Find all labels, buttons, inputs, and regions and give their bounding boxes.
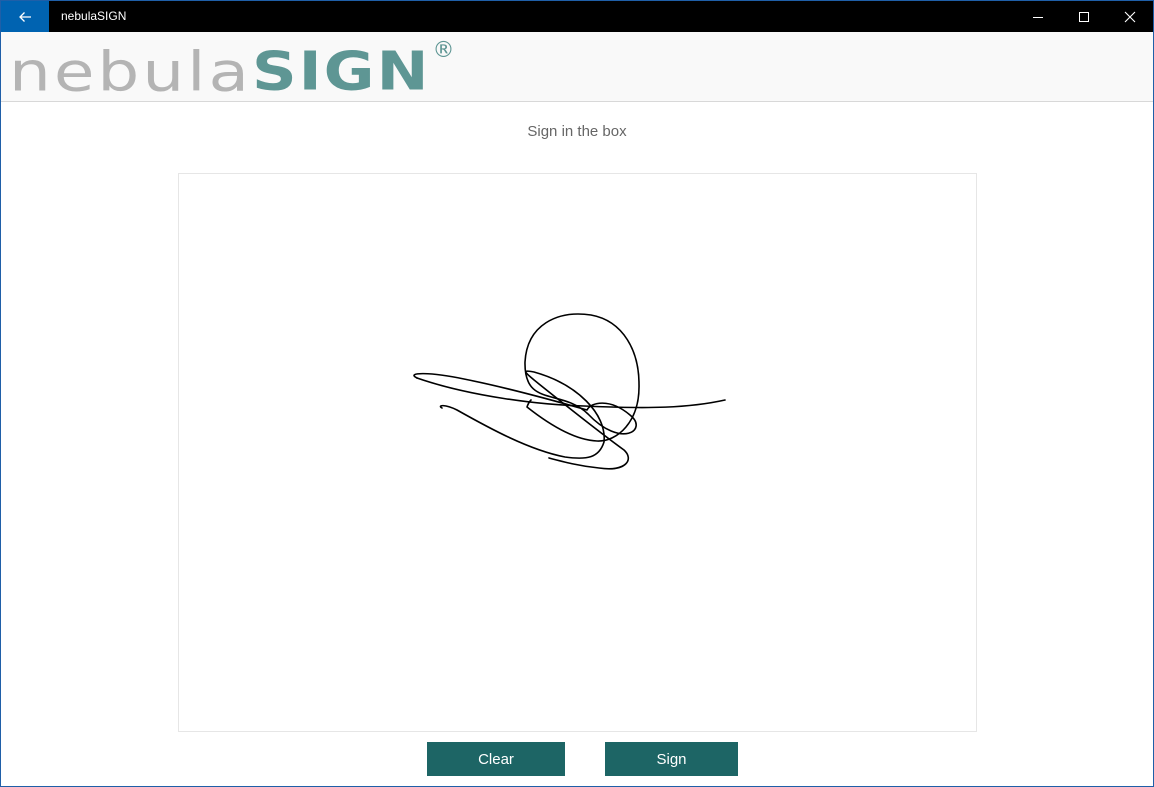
minimize-button[interactable] xyxy=(1015,1,1061,32)
close-icon xyxy=(1124,11,1136,22)
title-bar: nebulaSIGN xyxy=(1,1,1153,32)
clear-button[interactable]: Clear xyxy=(427,742,565,776)
logo-text-light: nebula xyxy=(9,40,252,104)
registered-mark: ® xyxy=(432,38,455,63)
maximize-button[interactable] xyxy=(1061,1,1107,32)
app-header: nebula SIGN ® xyxy=(1,32,1153,102)
arrow-left-icon xyxy=(19,11,31,22)
close-button[interactable] xyxy=(1107,1,1153,32)
app-window: nebulaSIGN nebula SIGN ® Sign in the box xyxy=(0,0,1154,787)
logo-text-bold: SIGN xyxy=(251,39,431,103)
signature-pad[interactable] xyxy=(178,173,977,732)
nebulasign-logo: nebula SIGN ® xyxy=(9,36,455,104)
maximize-icon xyxy=(1079,11,1089,22)
back-button[interactable] xyxy=(1,1,49,32)
minimize-icon xyxy=(1033,16,1043,18)
window-title: nebulaSIGN xyxy=(61,9,127,23)
instruction-text: Sign in the box xyxy=(527,123,627,140)
sign-button[interactable]: Sign xyxy=(605,742,738,776)
signature-stroke xyxy=(413,313,726,470)
